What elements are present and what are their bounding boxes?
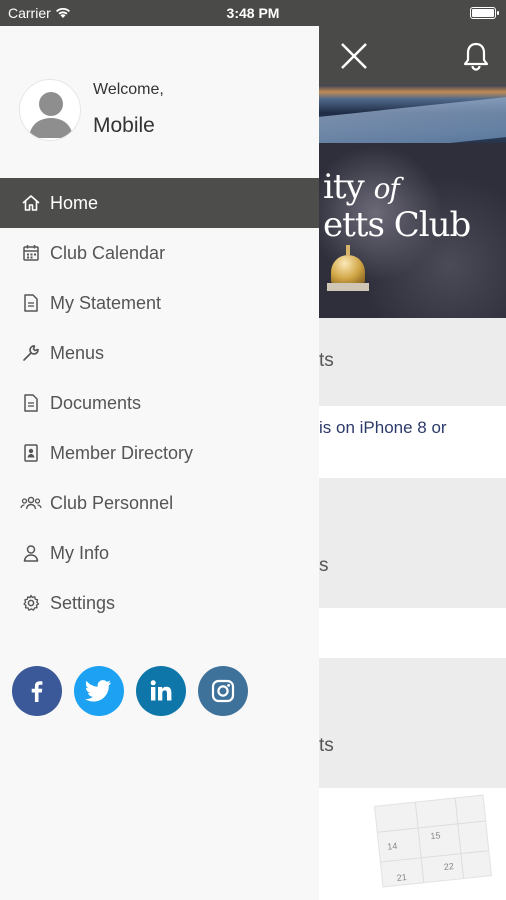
nav-menu: Home Club Calendar My Statement Menus Do… xyxy=(0,178,319,628)
menu-item-label: Settings xyxy=(50,592,116,613)
menu-item-home[interactable]: Home xyxy=(0,178,319,228)
hero-title-line1: ity of xyxy=(323,167,400,207)
menu-item-documents[interactable]: Documents xyxy=(0,378,319,428)
status-bar: Carrier 3:48 PM xyxy=(0,0,506,26)
menu-item-label: Club Calendar xyxy=(50,242,166,263)
menu-item-label: Member Directory xyxy=(50,442,194,463)
menu-item-my-info[interactable]: My Info xyxy=(0,528,319,578)
group-icon xyxy=(20,492,42,514)
wrench-icon xyxy=(20,342,42,364)
menu-item-settings[interactable]: Settings xyxy=(0,578,319,628)
bg-section-3-text: ts xyxy=(319,735,334,756)
menu-item-my-statement[interactable]: My Statement xyxy=(0,278,319,328)
bg-section-1 xyxy=(319,318,506,406)
menu-item-label: Menus xyxy=(50,342,105,363)
hero-title-line2: etts Club xyxy=(323,205,471,245)
menu-item-label: My Statement xyxy=(50,292,162,313)
twitter-icon xyxy=(85,680,111,702)
linkedin-button[interactable] xyxy=(136,666,186,716)
person-icon xyxy=(20,542,42,564)
menu-item-label: Club Personnel xyxy=(50,492,174,513)
facebook-button[interactable] xyxy=(12,666,62,716)
bell-icon xyxy=(463,42,489,71)
document-icon xyxy=(20,392,42,414)
contact-book-icon xyxy=(20,442,42,464)
linkedin-icon xyxy=(150,680,172,701)
menu-item-label: Documents xyxy=(50,392,142,413)
bg-section-2 xyxy=(319,478,506,608)
document-icon xyxy=(20,292,42,314)
person-silhouette-icon xyxy=(29,92,73,138)
menu-item-menus[interactable]: Menus xyxy=(0,328,319,378)
bg-section-3 xyxy=(319,658,506,788)
battery-icon xyxy=(470,7,499,19)
menu-item-label: My Info xyxy=(50,542,110,563)
profile-header: Welcome, Mobile xyxy=(0,26,319,178)
welcome-label: Welcome, xyxy=(93,81,164,98)
instagram-icon xyxy=(211,679,235,703)
facebook-icon xyxy=(31,681,43,702)
bg-news-card[interactable] xyxy=(319,406,506,478)
social-links xyxy=(12,666,248,716)
avatar[interactable] xyxy=(19,79,81,141)
menu-item-member-directory[interactable]: Member Directory xyxy=(0,428,319,478)
menu-item-club-personnel[interactable]: Club Personnel xyxy=(0,478,319,528)
user-name: Mobile xyxy=(93,114,155,137)
close-icon xyxy=(341,43,367,69)
bg-section-2-text: s xyxy=(319,555,329,576)
instagram-button[interactable] xyxy=(198,666,248,716)
calendar-image: 14 15 21 22 xyxy=(374,794,492,888)
menu-item-label: Home xyxy=(50,192,99,213)
hero-image: ity of etts Club xyxy=(319,85,506,318)
calendar-icon xyxy=(20,242,42,264)
bg-spacer xyxy=(319,608,506,658)
side-drawer: Welcome, Mobile Home Club Calendar My St… xyxy=(0,26,319,900)
twitter-button[interactable] xyxy=(74,666,124,716)
notifications-button[interactable] xyxy=(458,38,494,74)
close-menu-button[interactable] xyxy=(336,38,372,74)
clock: 3:48 PM xyxy=(226,5,280,21)
gear-icon xyxy=(20,592,42,614)
home-icon xyxy=(20,192,42,214)
bg-section-1-text: ts xyxy=(319,350,334,371)
menu-item-club-calendar[interactable]: Club Calendar xyxy=(0,228,319,278)
bg-news-text: is on iPhone 8 or xyxy=(319,418,447,437)
